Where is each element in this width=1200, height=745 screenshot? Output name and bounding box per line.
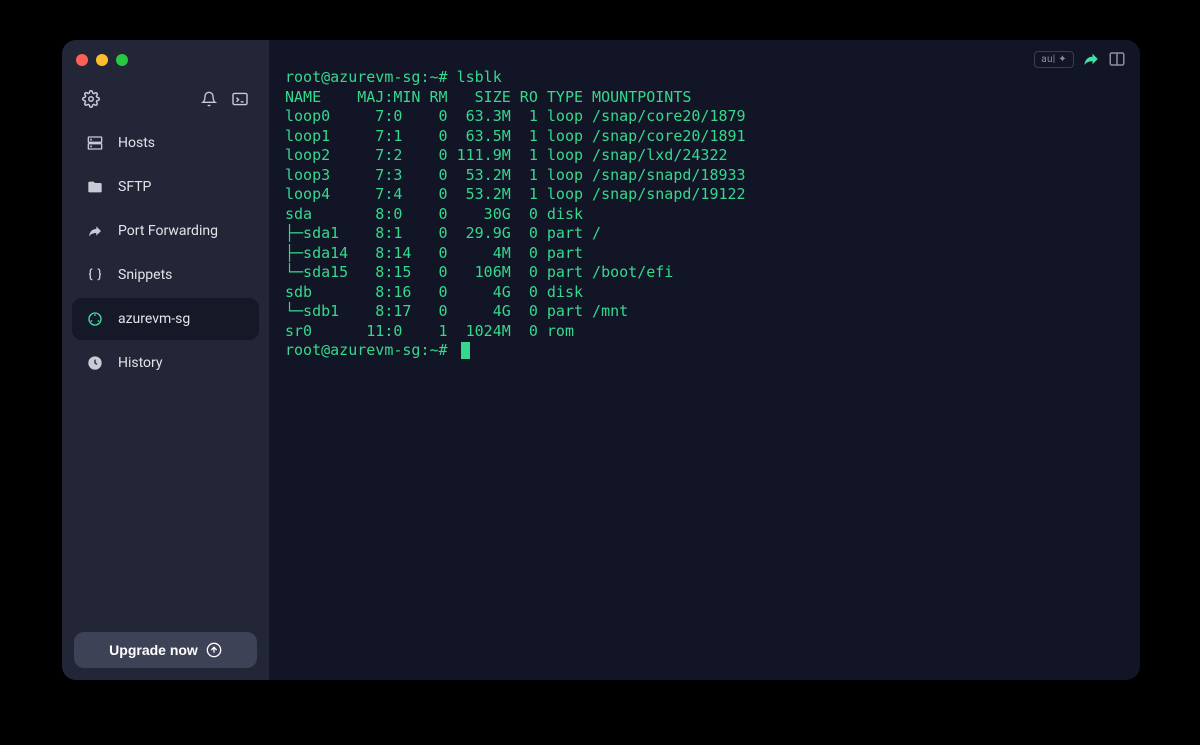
output-row: sda 8:0 0 30G 0 disk — [285, 205, 592, 223]
share-icon — [86, 222, 104, 240]
sidebar-item-label: History — [118, 355, 163, 371]
sidebar-item-label: Port Forwarding — [118, 223, 218, 239]
upgrade-label: Upgrade now — [109, 642, 198, 658]
close-window-button[interactable] — [76, 54, 88, 66]
output-row: loop2 7:2 0 111.9M 1 loop /snap/lxd/2432… — [285, 146, 728, 164]
arrow-up-circle-icon — [206, 642, 222, 658]
terminal-pane[interactable]: au| ✦ root@azurevm-sg:~# lsblk NAME MAJ:… — [269, 40, 1140, 680]
upgrade-wrap: Upgrade now — [62, 620, 269, 680]
output-row: loop4 7:4 0 53.2M 1 loop /snap/snapd/191… — [285, 185, 746, 203]
sidebar-item-azurevm-sg[interactable]: azurevm-sg — [72, 298, 259, 340]
sidebar-item-label: Snippets — [118, 267, 172, 283]
upgrade-button[interactable]: Upgrade now — [74, 632, 257, 668]
sidebar-item-snippets[interactable]: Snippets — [72, 254, 259, 296]
server-icon — [86, 134, 104, 152]
output-row: ├─sda14 8:14 0 4M 0 part — [285, 244, 592, 262]
sidebar-item-label: azurevm-sg — [118, 311, 190, 327]
sidebar-item-label: SFTP — [118, 179, 151, 195]
ai-badge[interactable]: au| ✦ — [1034, 51, 1074, 68]
bell-icon[interactable] — [201, 91, 217, 107]
output-row: sr0 11:0 1 1024M 0 rom — [285, 322, 592, 340]
split-pane-icon[interactable] — [1108, 50, 1126, 68]
minimize-window-button[interactable] — [96, 54, 108, 66]
output-header: NAME MAJ:MIN RM SIZE RO TYPE MOUNTPOINTS — [285, 88, 691, 106]
output-row: loop0 7:0 0 63.3M 1 loop /snap/core20/18… — [285, 107, 746, 125]
sidebar-item-history[interactable]: History — [72, 342, 259, 384]
output-row: loop1 7:1 0 63.5M 1 loop /snap/core20/18… — [285, 127, 746, 145]
sidebar-item-hosts[interactable]: Hosts — [72, 122, 259, 164]
braces-icon — [86, 266, 104, 284]
sidebar-nav: Hosts SFTP Port Forwarding Snippets — [62, 122, 269, 384]
app-window: Hosts SFTP Port Forwarding Snippets — [62, 40, 1140, 680]
maximize-window-button[interactable] — [116, 54, 128, 66]
window-controls — [62, 52, 269, 80]
output-row: ├─sda1 8:1 0 29.9G 0 part / — [285, 224, 601, 242]
share-arrow-icon[interactable] — [1082, 50, 1100, 68]
output-row: sdb 8:16 0 4G 0 disk — [285, 283, 592, 301]
sidebar-item-label: Hosts — [118, 135, 155, 151]
output-row: loop3 7:3 0 53.2M 1 loop /snap/snapd/189… — [285, 166, 746, 184]
sidebar-item-sftp[interactable]: SFTP — [72, 166, 259, 208]
terminal-controls: au| ✦ — [1034, 50, 1126, 68]
output-row: └─sda15 8:15 0 106M 0 part /boot/efi — [285, 263, 673, 281]
clock-icon — [86, 354, 104, 372]
terminal-icon[interactable] — [231, 92, 249, 106]
terminal-cursor — [461, 342, 470, 359]
sidebar-item-port-forwarding[interactable]: Port Forwarding — [72, 210, 259, 252]
output-row: └─sdb1 8:17 0 4G 0 part /mnt — [285, 302, 628, 320]
ubuntu-icon — [86, 310, 104, 328]
prompt-line: root@azurevm-sg:~# — [285, 341, 457, 361]
gear-icon[interactable] — [82, 90, 100, 108]
sidebar-toolbar — [62, 80, 269, 122]
prompt-line: root@azurevm-sg:~# lsblk — [285, 68, 502, 86]
terminal-output: root@azurevm-sg:~# lsblk NAME MAJ:MIN RM… — [285, 68, 1116, 361]
sidebar: Hosts SFTP Port Forwarding Snippets — [62, 40, 269, 680]
folder-icon — [86, 178, 104, 196]
